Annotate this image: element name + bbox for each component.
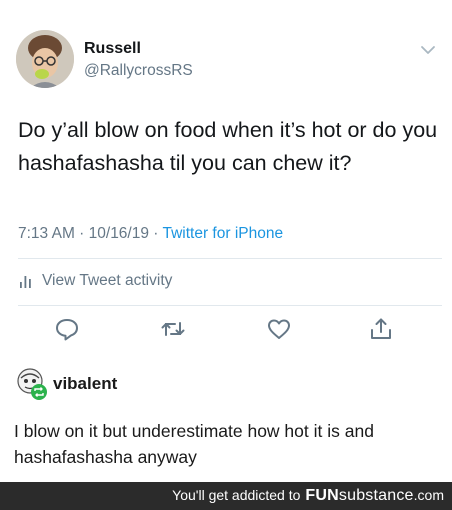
commenter-avatar[interactable] (16, 368, 50, 402)
tweet-text: Do y’all blow on food when it’s hot or d… (18, 118, 438, 175)
author-handle[interactable]: @RallycrossRS (84, 62, 193, 80)
tweet-card: Russell @RallycrossRS Do y’all blow on f… (0, 0, 452, 346)
tweet-timestamp[interactable]: 7:13 AM · 10/16/19 · (18, 225, 162, 242)
comment-text: I blow on it but underestimate how hot i… (14, 421, 374, 467)
share-icon[interactable] (368, 316, 394, 342)
author-name[interactable]: Russell (84, 40, 141, 58)
divider (18, 258, 442, 259)
funsubstance-logo: FUNsubstance (305, 487, 414, 504)
view-activity-label: View Tweet activity (42, 272, 173, 289)
author-avatar[interactable] (16, 30, 74, 88)
view-activity-link[interactable]: View Tweet activity (18, 272, 172, 290)
commenter-username[interactable]: vibalent (53, 374, 117, 394)
tweet-meta: 7:13 AM · 10/16/19 · Twitter for iPhone (18, 225, 283, 243)
watermark-footer: You'll get addicted to FUNsubstance .com (0, 482, 452, 510)
tweet-source-link[interactable]: Twitter for iPhone (162, 225, 283, 242)
retweet-icon[interactable] (160, 316, 186, 342)
heart-icon[interactable] (266, 316, 292, 342)
chevron-down-icon[interactable] (418, 42, 438, 58)
divider (18, 305, 442, 306)
footer-domain: .com (413, 487, 444, 503)
reply-icon[interactable] (54, 316, 80, 342)
footer-text: You'll get addicted to FUNsubstance .com (172, 487, 444, 505)
footer-lead: You'll get addicted to (172, 487, 301, 503)
bar-chart-icon (18, 274, 34, 288)
